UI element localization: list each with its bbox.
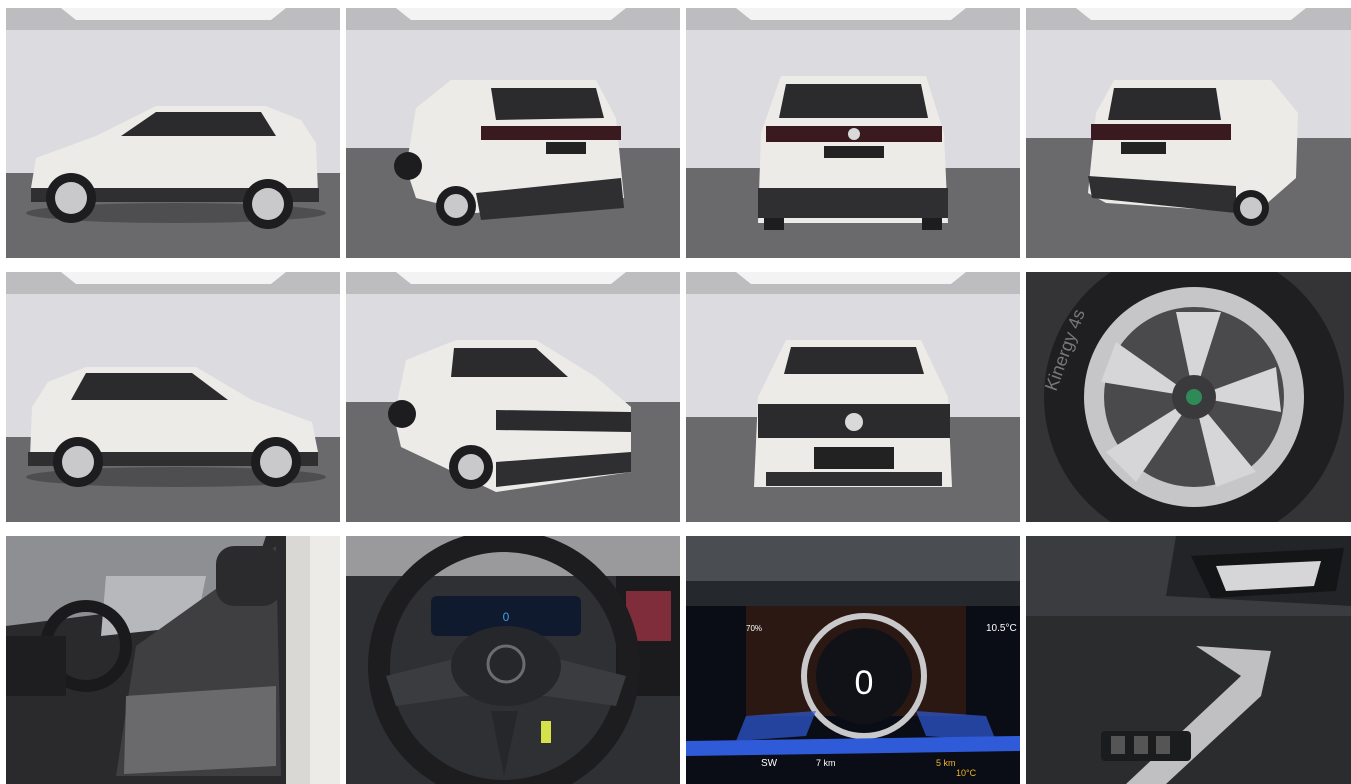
svg-text:70%: 70% [746,624,762,633]
svg-text:10.5°C: 10.5°C [986,623,1017,634]
svg-text:7 km: 7 km [816,758,836,768]
photo-front-three-quarter-left[interactable] [346,272,680,522]
photo-wheel-closeup[interactable]: Kinergy 4s [1026,272,1351,522]
photo-side-left[interactable] [6,8,340,258]
photo-rear-three-quarter-left[interactable] [346,8,680,258]
svg-text:SW: SW [761,758,778,769]
cockpit-speed: 0 [855,664,874,702]
photo-front[interactable] [686,272,1020,522]
photo-steering-wheel[interactable]: 0 [346,536,680,784]
svg-text:0: 0 [503,610,510,624]
photo-digital-cockpit[interactable]: 0 10.5°C 70% SW 7 km 5 km 10°C [686,536,1020,784]
photo-rear[interactable] [686,8,1020,258]
svg-text:5 km: 5 km [936,758,956,768]
photo-interior-front-seats[interactable] [6,536,340,784]
photo-gallery: Kinergy 4s 0 0 10.5°C 70% SW 7 km 5 km 1… [0,0,1351,784]
svg-text:10°C: 10°C [956,768,977,778]
photo-door-panel[interactable] [1026,536,1351,784]
photo-side-right[interactable] [6,272,340,522]
photo-rear-three-quarter-right[interactable] [1026,8,1351,258]
